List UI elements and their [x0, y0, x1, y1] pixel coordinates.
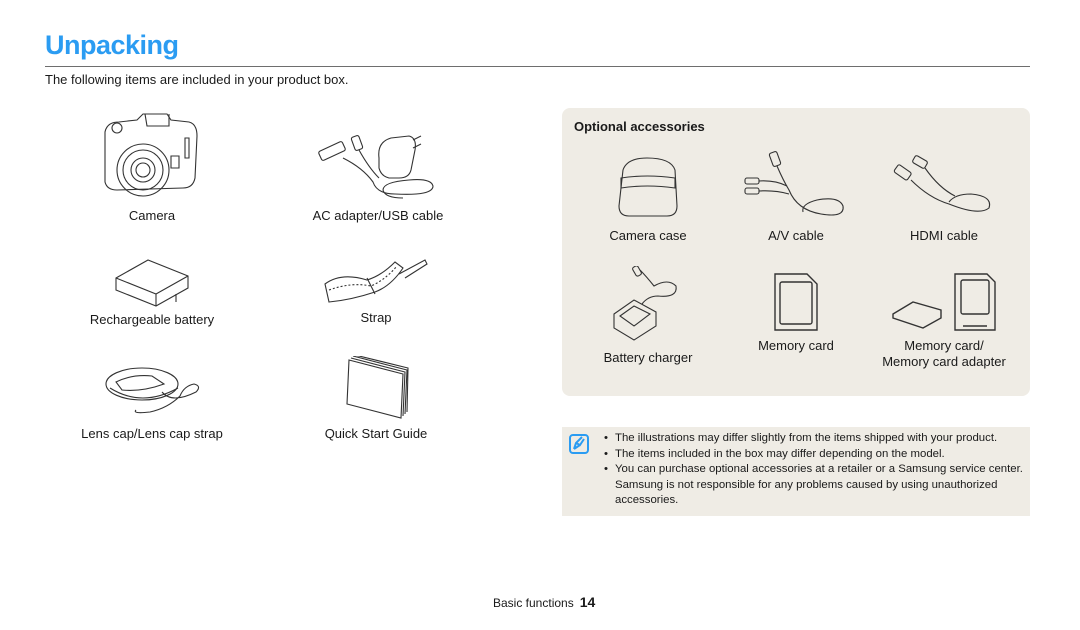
battery-charger-icon	[608, 266, 688, 346]
accessory-hdmi-cable: HDMI cable	[844, 154, 1044, 244]
memory-card-adapter-icon	[889, 270, 999, 334]
item-label: Rechargeable battery	[89, 312, 215, 327]
page-title: Unpacking	[45, 30, 179, 60]
note-box: The illustrations may differ slightly fr…	[562, 427, 1030, 516]
page-number: 14	[579, 594, 596, 610]
item-ac-adapter-usb-cable: AC adapter/USB cable	[278, 128, 478, 224]
camera-icon	[97, 112, 207, 204]
item-lens-cap: Lens cap/Lens cap strap	[52, 362, 252, 442]
note-list: The illustrations may differ slightly fr…	[604, 431, 1024, 509]
item-label-line2: Memory card adapter	[882, 354, 1006, 369]
accessory-memory-card-adapter: Memory card/ Memory card adapter	[844, 270, 1044, 370]
ac-adapter-usb-cable-icon	[313, 128, 443, 204]
footer-section: Basic functions	[493, 596, 574, 610]
quick-start-guide-icon	[341, 356, 411, 422]
battery-icon	[112, 256, 192, 308]
note-pencil-icon	[568, 433, 590, 455]
hdmi-cable-icon	[889, 154, 999, 224]
item-rechargeable-battery: Rechargeable battery	[52, 256, 252, 328]
item-label: Strap	[360, 310, 392, 325]
item-strap: Strap	[276, 256, 476, 326]
item-label: HDMI cable	[910, 228, 978, 243]
memory-card-icon	[771, 270, 821, 334]
note-bullet: You can purchase optional accessories at…	[604, 462, 1024, 509]
page-footer: Basic functions 14	[493, 594, 595, 610]
strap-icon	[321, 256, 431, 306]
note-bullet: The items included in the box may differ…	[604, 447, 1024, 463]
item-label: Camera	[128, 208, 176, 223]
item-label: Quick Start Guide	[324, 426, 428, 441]
camera-case-icon	[613, 154, 683, 224]
av-cable-icon	[741, 150, 851, 224]
optional-accessories-title: Optional accessories	[574, 119, 705, 134]
note-bullet: The illustrations may differ slightly fr…	[604, 431, 1024, 447]
item-label: AC adapter/USB cable	[312, 208, 444, 223]
item-camera: Camera	[52, 112, 252, 224]
intro-text: The following items are included in your…	[45, 72, 349, 87]
item-quick-start-guide: Quick Start Guide	[276, 356, 476, 442]
lens-cap-icon	[102, 362, 202, 422]
title-rule	[45, 66, 1030, 67]
item-label: Memory card/ Memory card adapter	[844, 338, 1044, 370]
item-label: Lens cap/Lens cap strap	[81, 426, 223, 441]
item-label-line1: Memory card/	[904, 338, 984, 353]
